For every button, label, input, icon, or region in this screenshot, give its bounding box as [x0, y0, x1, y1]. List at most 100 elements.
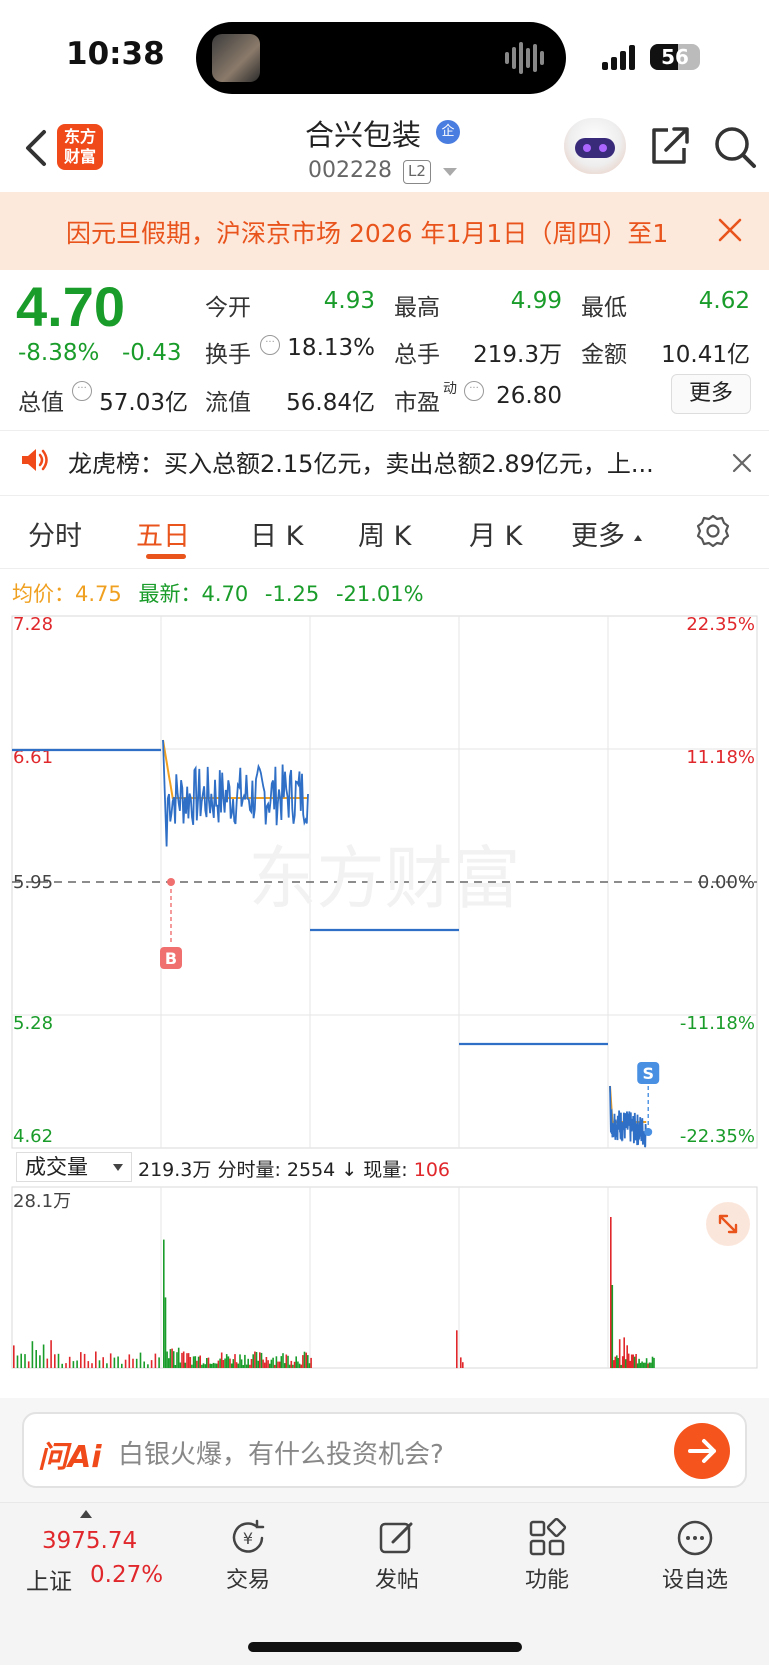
notice-text: 因元旦假期，沪深京市场 2026 年1月1日（周四）至1	[66, 219, 669, 248]
low-value: 4.62	[698, 288, 750, 314]
volume-bar	[35, 1350, 37, 1368]
index-value[interactable]: 3975.74	[42, 1528, 137, 1554]
more-button[interactable]: 更多	[671, 374, 751, 414]
volume-bar	[219, 1358, 221, 1368]
close-icon[interactable]	[716, 216, 744, 244]
volume-max-label: 28.1万	[13, 1191, 71, 1212]
volume-label: 总手	[394, 342, 440, 368]
change-percent: -8.38%	[18, 340, 100, 366]
expand-icon[interactable]	[706, 1202, 750, 1246]
volume-bar	[220, 1352, 223, 1368]
minute-volume-label: 分时量:	[217, 1159, 281, 1181]
volume-bar	[164, 1297, 167, 1368]
current-volume-value: 106	[413, 1159, 450, 1181]
volume-bar	[124, 1359, 127, 1368]
nav-add-watchlist[interactable]: 设自选	[645, 1562, 745, 1594]
volume-bar	[240, 1359, 243, 1368]
turnover-label: 换手	[205, 342, 251, 368]
index-change[interactable]: 0.27%	[90, 1562, 163, 1588]
volume-bar	[31, 1341, 34, 1368]
tab-minute[interactable]: 分时	[28, 514, 82, 553]
expand-up-icon[interactable]	[80, 1510, 92, 1518]
divider	[0, 568, 769, 569]
price-line-12/26	[162, 739, 309, 847]
arrow-right-icon[interactable]	[674, 1423, 730, 1479]
x-axis-label: 12/31	[655, 1378, 710, 1380]
five-day-chart[interactable]: 东方财富7.286.615.955.284.6222.35%11.18%0.00…	[0, 610, 769, 1380]
volume-bar	[259, 1352, 261, 1368]
volume-bar	[235, 1362, 238, 1368]
home-indicator[interactable]	[248, 1642, 522, 1652]
nav-post[interactable]: 发帖	[347, 1562, 447, 1594]
volume-bar	[254, 1351, 256, 1368]
back-icon[interactable]	[16, 126, 56, 170]
gear-icon[interactable]	[696, 514, 730, 548]
volume-bar	[247, 1358, 249, 1368]
volume-bar	[91, 1363, 93, 1368]
share-icon[interactable]	[648, 124, 690, 168]
volume-bar	[196, 1360, 198, 1368]
info-icon[interactable]: ···	[260, 335, 280, 355]
level2-badge[interactable]: L2	[403, 160, 431, 184]
volume-bar	[98, 1360, 101, 1368]
info-icon[interactable]: ···	[72, 381, 92, 401]
volume-bar	[194, 1356, 197, 1368]
search-icon[interactable]	[712, 124, 758, 170]
volume-bar	[303, 1351, 306, 1368]
latest-label: 最新：	[138, 582, 202, 606]
volume-bar	[154, 1353, 157, 1368]
tab-daily-k[interactable]: 日 K	[250, 514, 303, 553]
y-axis-label: 4.62	[13, 1126, 53, 1147]
market-cap-value: 57.03亿	[99, 390, 188, 416]
amount-value: 10.41亿	[661, 342, 750, 368]
current-volume-label: 现量:	[363, 1159, 408, 1181]
index-name[interactable]: 上证	[26, 1562, 72, 1596]
compose-icon[interactable]	[377, 1518, 417, 1558]
volume-bar	[639, 1362, 642, 1368]
indicator-select[interactable]: 成交量	[16, 1152, 132, 1182]
volume-bar	[641, 1361, 643, 1368]
x-axis-label: 12/26	[208, 1378, 263, 1380]
volume-bar	[113, 1357, 116, 1368]
tab-monthly-k[interactable]: 月 K	[469, 514, 522, 553]
tab-five-day[interactable]: 五日	[136, 514, 190, 553]
volume-bar	[295, 1356, 297, 1368]
y-axis-pct-label: 11.18%	[686, 747, 755, 768]
volume-bar	[80, 1352, 82, 1368]
more-circle-icon[interactable]	[675, 1518, 715, 1558]
tab-more[interactable]: 更多	[571, 514, 625, 553]
grid-icon[interactable]	[527, 1518, 567, 1558]
volume-bar	[128, 1354, 131, 1368]
down-arrow-icon: ↓	[341, 1159, 358, 1181]
media-artwork	[212, 34, 260, 82]
volume-bar	[197, 1356, 200, 1368]
volume-bar	[83, 1353, 86, 1368]
trade-icon[interactable]: ¥	[228, 1518, 268, 1558]
volume-bar	[616, 1355, 618, 1368]
volume-bar	[627, 1353, 630, 1368]
volume-bar	[20, 1353, 22, 1368]
volume-bar	[242, 1365, 245, 1368]
volume-bar	[132, 1358, 134, 1368]
close-icon[interactable]	[731, 452, 753, 474]
enterprise-badge[interactable]: 企	[436, 120, 460, 144]
info-icon[interactable]: ···	[464, 381, 484, 401]
ai-assistant-icon[interactable]	[564, 118, 626, 174]
volume-bar	[224, 1358, 226, 1368]
volume-bar	[287, 1355, 289, 1368]
volume-bar	[651, 1356, 654, 1368]
volume-bar	[222, 1360, 225, 1368]
audio-wave-icon	[505, 40, 549, 76]
volume-bar	[245, 1364, 248, 1368]
volume-bar	[614, 1356, 617, 1368]
minute-volume-value: 2554	[286, 1159, 336, 1181]
volume-bar	[139, 1352, 142, 1368]
volume-bar	[135, 1358, 138, 1368]
x-axis-label: 12/25	[59, 1378, 114, 1380]
amount-label: 金额	[581, 342, 627, 368]
nav-trade[interactable]: 交易	[198, 1562, 298, 1594]
nav-functions[interactable]: 功能	[497, 1562, 597, 1594]
svg-text:¥: ¥	[243, 1529, 253, 1548]
tab-weekly-k[interactable]: 周 K	[358, 514, 411, 553]
chevron-down-icon[interactable]	[443, 168, 457, 176]
